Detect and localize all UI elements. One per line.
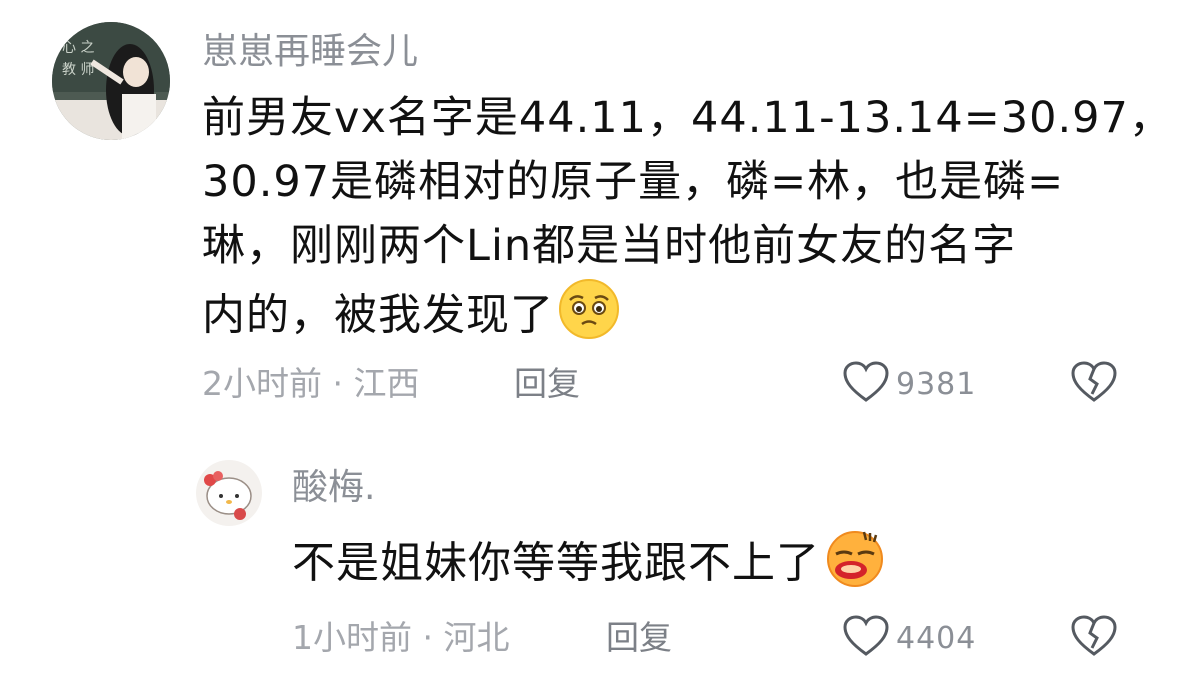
avatar-image: 心 之 教 师 <box>52 22 170 140</box>
comment-meta: 1小时前 · 河北 <box>292 618 510 657</box>
avatar[interactable]: 心 之 教 师 <box>52 22 170 140</box>
comment-text: 不是姐妹你等等我跟不上了 <box>292 526 886 606</box>
like-button[interactable]: 4404 <box>842 614 976 662</box>
comment-text-line: 30.97是磷相对的原子量，磷=林，也是磷= <box>202 157 1065 207</box>
comment-item: 心 之 教 师 崽崽再睡会儿 前男友vx名字是44.11，44.11-13.14… <box>0 0 1179 430</box>
avatar[interactable] <box>196 460 262 526</box>
comment-text-line: 前男友vx名字是44.11，44.11-13.14=30.97， <box>202 93 1173 143</box>
scream-face-emoji <box>824 526 886 606</box>
like-button[interactable]: 9381 <box>842 360 976 408</box>
reply-button[interactable]: 回复 <box>606 616 672 660</box>
avatar-image <box>196 460 262 526</box>
reply-button[interactable]: 回复 <box>514 362 580 406</box>
comment-text-line: 内的，被我发现了 <box>202 278 1173 358</box>
like-count: 9381 <box>896 366 977 402</box>
comment-text-line: 不是姐妹你等等我跟不上了 <box>292 526 886 606</box>
svg-text:心 之: 心 之 <box>62 40 94 56</box>
username[interactable]: 酸梅. <box>292 466 375 510</box>
svg-text:教 师: 教 师 <box>62 62 94 78</box>
comment-text-main: 不是姐妹你等等我跟不上了 <box>292 538 820 589</box>
comment-text-tail: 内的，被我发现了 <box>202 290 554 341</box>
comment-text: 前男友vx名字是44.11，44.11-13.14=30.97， 30.97是磷… <box>202 86 1173 358</box>
pleading-face-emoji <box>558 278 620 358</box>
heart-outline-icon <box>842 614 890 662</box>
username[interactable]: 崽崽再睡会儿 <box>202 30 418 74</box>
heart-outline-icon <box>842 360 890 408</box>
reply-comment-item: 酸梅. 不是姐妹你等等我跟不上了 1小时前 · 河北 回复 4404 <box>0 430 1179 688</box>
broken-heart-icon <box>1070 615 1118 662</box>
comment-meta: 2小时前 · 江西 <box>202 364 420 403</box>
comment-text-line: 琳，刚刚两个Lin都是当时他前女友的名字 <box>202 221 1017 271</box>
like-count: 4404 <box>896 620 977 656</box>
broken-heart-icon <box>1070 361 1118 408</box>
dislike-button[interactable] <box>1070 360 1118 408</box>
dislike-button[interactable] <box>1070 614 1118 662</box>
